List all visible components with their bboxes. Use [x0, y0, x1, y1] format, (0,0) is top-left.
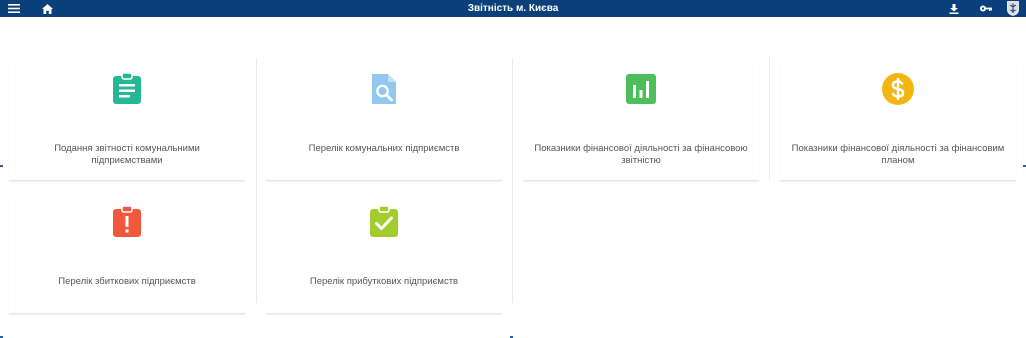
clipboard-alert-icon [111, 206, 143, 238]
card-submit-reports[interactable]: Подання звітності комунальними підприємс… [9, 58, 245, 181]
key-icon [980, 5, 992, 12]
kyiv-crest-button[interactable] [1005, 0, 1021, 17]
kyiv-crest-icon [1007, 1, 1019, 16]
top-app-bar: Звітність м. Києва [0, 0, 1026, 17]
key-button[interactable] [977, 0, 995, 17]
card-label: Перелік збиткових підприємств [58, 276, 196, 287]
download-button[interactable] [946, 0, 962, 17]
card-loss-making-enterprises[interactable]: Перелік збиткових підприємств [9, 191, 245, 314]
document-search-icon [368, 73, 400, 105]
dollar-coin-icon [882, 73, 914, 105]
card-label: Показники фінансової діяльності за фінан… [791, 143, 1005, 166]
card-label: Перелік прибуткових підприємств [309, 276, 459, 287]
card-label: Перелік комунальних підприємств [308, 143, 460, 154]
page-title: Звітність м. Києва [467, 3, 559, 14]
card-financial-plan[interactable]: Показники фінансової діяльності за фінан… [780, 58, 1016, 181]
card-label: Показники фінансової діяльності за фінан… [534, 143, 748, 166]
column-divider [256, 58, 257, 303]
column-divider [512, 58, 513, 303]
card-profitable-enterprises[interactable]: Перелік прибуткових підприємств [266, 191, 502, 314]
column-divider [769, 58, 770, 180]
bar-chart-icon [625, 73, 657, 105]
clipboard-check-icon [368, 206, 400, 238]
edge-marker [0, 165, 3, 167]
download-icon [949, 3, 959, 14]
clipboard-text-icon [111, 73, 143, 105]
card-financial-reporting[interactable]: Показники фінансової діяльності за фінан… [523, 58, 759, 181]
card-communal-enterprises[interactable]: Перелік комунальних підприємств [266, 58, 502, 181]
card-label: Подання звітності комунальними підприємс… [54, 143, 200, 166]
